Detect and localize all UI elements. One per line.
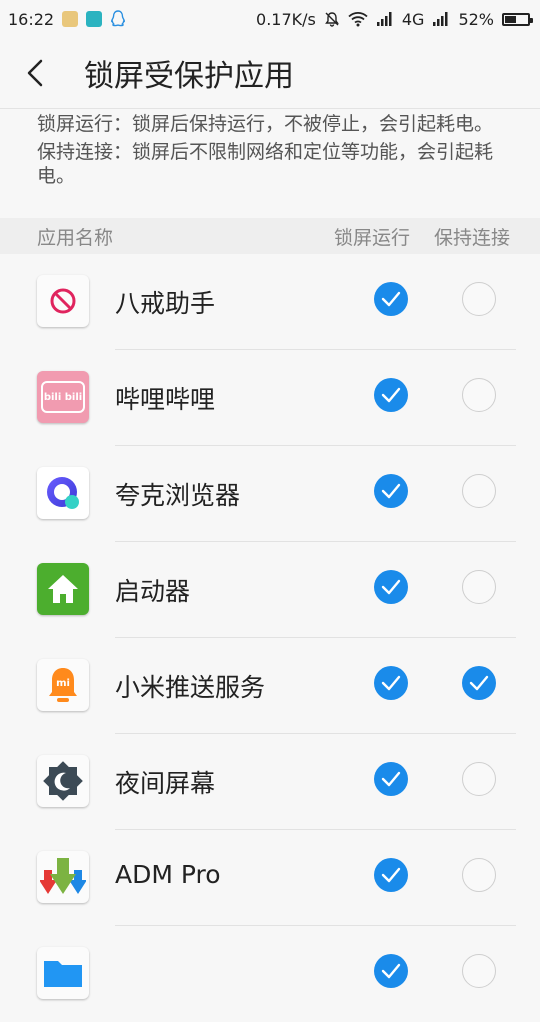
app-name: ADM Pro bbox=[115, 860, 221, 889]
checkmark-icon bbox=[381, 675, 401, 691]
ban-icon bbox=[37, 275, 89, 327]
folder-icon bbox=[37, 947, 89, 999]
lock-run-checkbox[interactable] bbox=[374, 282, 408, 316]
net-speed: 0.17K/s bbox=[256, 9, 316, 29]
column-lock-run: 锁屏运行 bbox=[334, 226, 411, 249]
app-row: mi 小米推送服务 bbox=[0, 638, 540, 734]
app-list: 八戒助手 bili bili 哔哩哔哩 夸克浏览器 启动器 mi 小米推送服务 … bbox=[0, 254, 540, 1022]
network-type: 4G bbox=[401, 9, 425, 29]
app-bar: 锁屏受保护应用 bbox=[0, 38, 540, 109]
app-row: 夜间屏幕 bbox=[0, 734, 540, 830]
keep-connect-checkbox[interactable] bbox=[462, 762, 496, 796]
download-arrows-icon bbox=[37, 851, 89, 903]
signal-2-icon bbox=[432, 12, 450, 26]
battery-percent: 52% bbox=[458, 9, 494, 29]
keep-connect-checkbox[interactable] bbox=[462, 954, 496, 988]
checkmark-icon bbox=[381, 291, 401, 307]
status-time: 16:22 bbox=[8, 9, 55, 29]
description: 锁屏运行：锁屏后保持运行，不被停止，会引起耗电。 保持连接：锁屏后不限制网络和定… bbox=[37, 112, 497, 192]
app-row: 八戒助手 bbox=[0, 254, 540, 350]
checkmark-icon bbox=[381, 483, 401, 499]
lock-run-checkbox[interactable] bbox=[374, 570, 408, 604]
keep-connect-checkbox[interactable] bbox=[462, 378, 496, 412]
column-header: 应用名称 锁屏运行 保持连接 bbox=[0, 218, 540, 254]
keep-connect-checkbox[interactable] bbox=[462, 666, 496, 700]
bilibili-logo-text: bili bili bbox=[41, 381, 85, 413]
description-connect: 保持连接：锁屏后不限制网络和定位等功能，会引起耗电。 bbox=[37, 141, 494, 187]
page-title: 锁屏受保护应用 bbox=[84, 59, 294, 94]
app-name: 启动器 bbox=[115, 577, 191, 606]
checkmark-icon bbox=[381, 579, 401, 595]
qq-notification-icon bbox=[110, 10, 126, 28]
app-row: 启动器 bbox=[0, 542, 540, 638]
app-row: bili bili 哔哩哔哩 bbox=[0, 350, 540, 446]
signal-1-icon bbox=[376, 12, 394, 26]
scan-notification-icon bbox=[86, 11, 103, 27]
keep-connect-checkbox[interactable] bbox=[462, 570, 496, 604]
app-name: 小米推送服务 bbox=[115, 673, 266, 702]
lock-run-checkbox[interactable] bbox=[374, 378, 408, 412]
app-name: 八戒助手 bbox=[115, 289, 216, 318]
description-run: 锁屏运行：锁屏后保持运行，不被停止，会引起耗电。 bbox=[37, 113, 494, 135]
app-row bbox=[0, 926, 540, 1022]
lock-run-checkbox[interactable] bbox=[374, 474, 408, 508]
keep-connect-checkbox[interactable] bbox=[462, 474, 496, 508]
quark-icon bbox=[37, 467, 89, 519]
mute-icon bbox=[324, 11, 340, 27]
app-row: 夸克浏览器 bbox=[0, 446, 540, 542]
wifi-icon bbox=[348, 11, 368, 27]
bilibili-icon: bili bili bbox=[37, 371, 89, 423]
checkmark-icon bbox=[469, 675, 489, 691]
checkmark-icon bbox=[381, 963, 401, 979]
back-arrow-icon bbox=[27, 59, 43, 87]
back-button[interactable] bbox=[0, 38, 70, 108]
lock-run-checkbox[interactable] bbox=[374, 762, 408, 796]
bell-icon: mi bbox=[37, 659, 89, 711]
checkmark-icon bbox=[381, 867, 401, 883]
bell-logo-text: mi bbox=[56, 678, 70, 689]
checkmark-icon bbox=[381, 771, 401, 787]
app-row: ADM Pro bbox=[0, 830, 540, 926]
checkmark-icon bbox=[381, 387, 401, 403]
keep-connect-checkbox[interactable] bbox=[462, 858, 496, 892]
home-icon bbox=[37, 563, 89, 615]
lock-run-checkbox[interactable] bbox=[374, 858, 408, 892]
column-app-name: 应用名称 bbox=[37, 226, 114, 249]
column-keep-connect: 保持连接 bbox=[434, 226, 511, 249]
lock-run-checkbox[interactable] bbox=[374, 666, 408, 700]
moon-gear-icon bbox=[37, 755, 89, 807]
lock-run-checkbox[interactable] bbox=[374, 954, 408, 988]
gallery-notification-icon bbox=[62, 11, 79, 27]
keep-connect-checkbox[interactable] bbox=[462, 282, 496, 316]
status-bar: 16:22 0.17K/s 4G 52% bbox=[0, 0, 540, 38]
battery-icon bbox=[502, 12, 533, 26]
app-name: 哔哩哔哩 bbox=[115, 385, 216, 414]
app-name: 夸克浏览器 bbox=[115, 481, 241, 510]
app-name: 夜间屏幕 bbox=[115, 769, 216, 798]
